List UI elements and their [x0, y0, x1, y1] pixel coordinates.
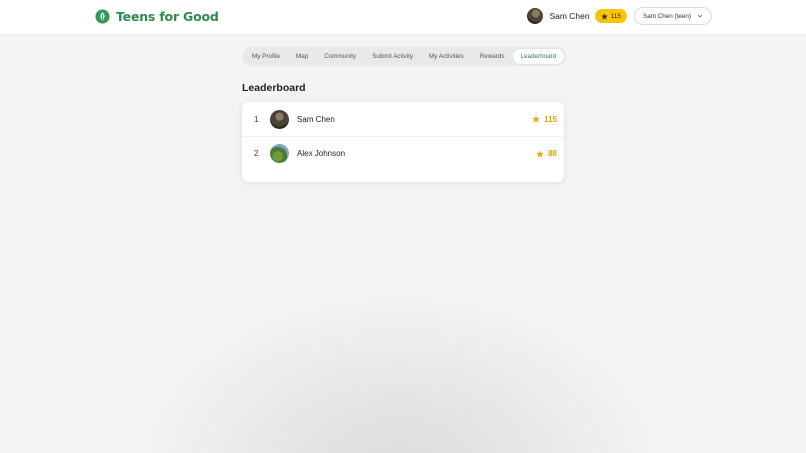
- leaderboard-row[interactable]: 1 Sam Chen 115: [242, 102, 564, 136]
- tab-leaderboard[interactable]: Leaderboard: [512, 49, 565, 64]
- rank-number: 2: [254, 149, 259, 158]
- rank-number: 1: [254, 114, 259, 124]
- user-switcher-select[interactable]: Sam Chen (teen): [634, 7, 712, 25]
- points-text: 88: [548, 149, 557, 158]
- tab-community[interactable]: Community: [316, 49, 364, 64]
- tab-my-activities[interactable]: My Activities: [421, 49, 472, 64]
- tab-my-profile[interactable]: My Profile: [244, 49, 288, 64]
- points-badge: 115: [594, 9, 627, 23]
- tab-submit-activity[interactable]: Submit Activity: [364, 49, 421, 64]
- current-user-name: Sam Chen: [549, 11, 590, 21]
- user-name: Alex Johnson: [297, 149, 346, 158]
- brand-logo[interactable]: Teens for Good: [95, 9, 219, 24]
- leaf-icon: [95, 9, 110, 24]
- chevron-down-icon: [697, 14, 703, 18]
- user-area: Sam Chen 115 Sam Chen (teen): [527, 7, 712, 25]
- main-nav-tabs: My Profile Map Community Submit Activity…: [242, 47, 567, 66]
- points-value: 115: [532, 115, 557, 124]
- points-badge-value: 115: [610, 12, 621, 20]
- tab-rewards[interactable]: Rewards: [472, 49, 513, 64]
- avatar: [270, 109, 289, 129]
- points-value: 88: [536, 149, 557, 158]
- user-name: Sam Chen: [297, 114, 335, 124]
- leaderboard-card: 1 Sam Chen 115 2 Alex Johnson 88: [242, 102, 564, 182]
- points-text: 115: [544, 114, 557, 124]
- user-switcher-value: Sam Chen (teen): [643, 12, 691, 20]
- star-icon: [536, 149, 544, 157]
- leaderboard-row[interactable]: 2 Alex Johnson 88: [242, 136, 564, 170]
- brand-name: Teens for Good: [116, 9, 219, 24]
- app-header: Teens for Good Sam Chen 115 Sam Chen (te…: [0, 0, 806, 35]
- avatar[interactable]: [527, 8, 544, 24]
- tab-map[interactable]: Map: [288, 49, 316, 64]
- avatar: [270, 144, 289, 163]
- page-title: Leaderboard: [242, 82, 306, 94]
- star-icon: [600, 12, 608, 20]
- star-icon: [532, 115, 540, 123]
